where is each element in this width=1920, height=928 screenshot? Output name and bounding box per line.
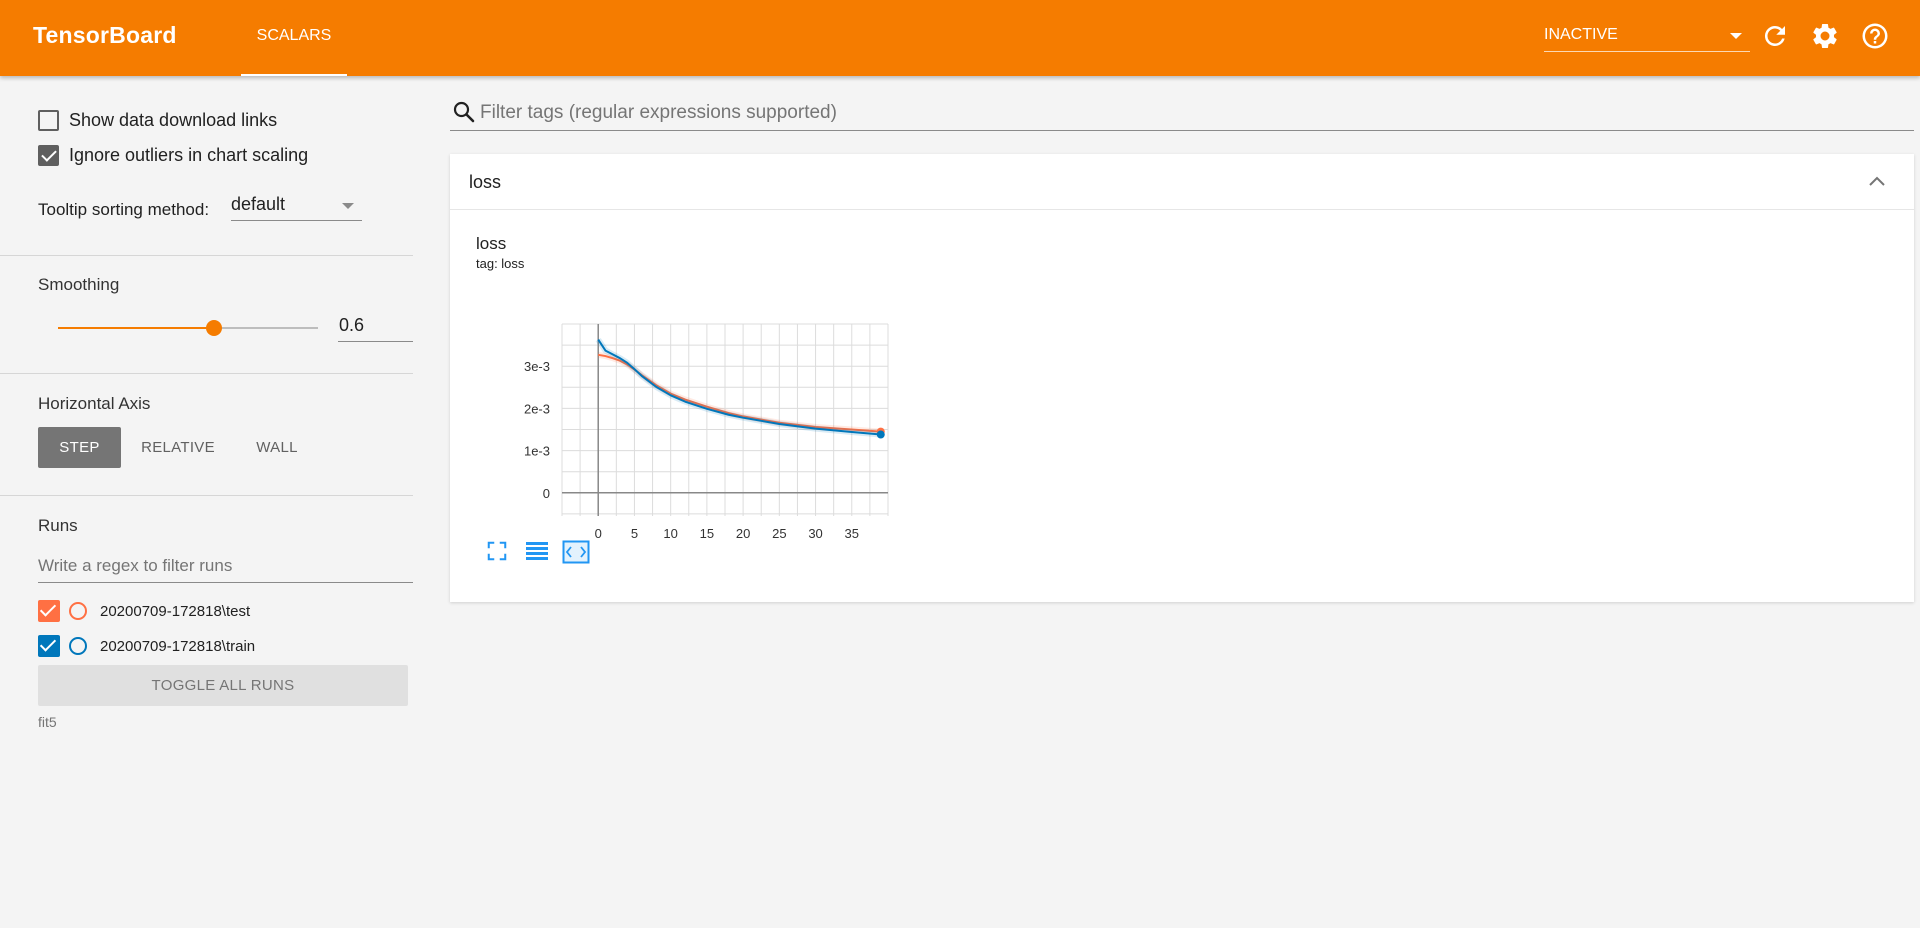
show-download-links-checkbox[interactable]: Show data download links xyxy=(38,107,277,133)
smoothing-label: Smoothing xyxy=(38,275,120,294)
log-dir-name: fit5 xyxy=(38,714,57,730)
axis-wall-button[interactable]: WALL xyxy=(236,427,318,468)
settings-gear-icon[interactable] xyxy=(1810,21,1840,51)
y-tick-label: 3e-3 xyxy=(524,359,550,374)
toggle-all-runs-button[interactable]: TOGGLE ALL RUNS xyxy=(38,665,408,706)
run-color-indicator xyxy=(69,637,87,655)
tooltip-sorting-label: Tooltip sorting method: xyxy=(38,200,210,219)
run-color-indicator xyxy=(69,602,87,620)
help-icon[interactable] xyxy=(1860,21,1890,51)
fullscreen-icon[interactable] xyxy=(486,540,508,562)
x-tick-label: 35 xyxy=(845,526,859,540)
x-tick-label: 0 xyxy=(595,526,602,540)
x-tick-label: 5 xyxy=(631,526,638,540)
smoothing-slider[interactable] xyxy=(58,320,318,336)
tab-scalars-label: SCALARS xyxy=(256,27,332,44)
x-tick-label: 20 xyxy=(736,526,750,540)
top-app-bar: TensorBoard SCALARS INACTIVE xyxy=(0,0,1920,76)
x-tick-label: 25 xyxy=(772,526,786,540)
checkbox-checked-icon xyxy=(38,144,59,166)
chevron-up-icon[interactable] xyxy=(1868,174,1886,188)
run-item-test[interactable]: 20200709-172818\test xyxy=(38,598,250,624)
refresh-icon[interactable] xyxy=(1760,21,1790,51)
status-dropdown[interactable]: INACTIVE xyxy=(1544,20,1750,52)
chart-title: loss xyxy=(476,234,507,253)
x-tick-label: 10 xyxy=(663,526,677,540)
y-tick-label: 0 xyxy=(543,486,550,501)
search-icon xyxy=(453,101,475,123)
tag-filter-input[interactable]: Filter tags (regular expressions support… xyxy=(450,96,1914,131)
tag-filter-placeholder: Filter tags (regular expressions support… xyxy=(480,102,837,123)
chevron-down-icon xyxy=(342,203,354,209)
section-divider xyxy=(0,495,413,496)
section-divider xyxy=(0,255,413,256)
card-title: loss xyxy=(469,172,502,192)
sidebar: Show data download links Ignore outliers… xyxy=(0,76,413,928)
ignore-outliers-checkbox[interactable]: Ignore outliers in chart scaling xyxy=(38,142,308,168)
series-end-point xyxy=(876,430,885,439)
smoothing-slider-thumb[interactable] xyxy=(206,320,222,336)
run-item-train[interactable]: 20200709-172818\train xyxy=(38,633,255,659)
chevron-down-icon xyxy=(1730,33,1742,39)
ignore-outliers-label: Ignore outliers in chart scaling xyxy=(69,144,309,165)
axis-step-button[interactable]: STEP xyxy=(38,427,121,468)
fit-domain-icon[interactable] xyxy=(562,540,590,564)
run-checkbox-checked-icon[interactable] xyxy=(38,635,60,657)
tag-group-card: loss loss tag: loss 0 1e-3 2e-3 3e-3 0 5 10 15 2… xyxy=(450,154,1914,602)
app-title: TensorBoard xyxy=(33,22,177,48)
show-download-links-label: Show data download links xyxy=(69,109,278,130)
y-tick-label: 2e-3 xyxy=(524,401,550,416)
y-tick-label: 1e-3 xyxy=(524,444,550,459)
loss-line-chart[interactable]: 0 1e-3 2e-3 3e-3 0 5 10 15 20 25 30 35 xyxy=(450,270,910,540)
runs-label: Runs xyxy=(38,516,78,535)
axis-relative-button[interactable]: RELATIVE xyxy=(130,427,226,468)
x-tick-label: 15 xyxy=(700,526,714,540)
x-tick-label: 30 xyxy=(808,526,822,540)
section-divider xyxy=(0,373,413,374)
status-dropdown-value: INACTIVE xyxy=(1544,26,1618,43)
active-tab-indicator xyxy=(241,74,347,76)
horizontal-axis-label: Horizontal Axis xyxy=(38,394,151,413)
run-checkbox-checked-icon[interactable] xyxy=(38,600,60,622)
toggle-log-scale-icon[interactable] xyxy=(524,540,550,562)
run-name: 20200709-172818\test xyxy=(100,602,251,620)
runs-filter-input[interactable]: Write a regex to filter runs xyxy=(38,551,413,583)
chart-tag: tag: loss xyxy=(476,256,525,271)
run-name: 20200709-172818\train xyxy=(100,637,256,655)
tooltip-sorting-dropdown[interactable]: default xyxy=(231,191,362,221)
smoothing-value-input[interactable]: 0.6 xyxy=(338,312,413,342)
tooltip-sorting-value: default xyxy=(231,194,286,214)
checkbox-unchecked-icon xyxy=(38,109,59,131)
card-header[interactable]: loss xyxy=(450,154,1914,210)
smoothing-slider-fill xyxy=(58,327,214,329)
tab-scalars[interactable]: SCALARS xyxy=(241,0,347,76)
